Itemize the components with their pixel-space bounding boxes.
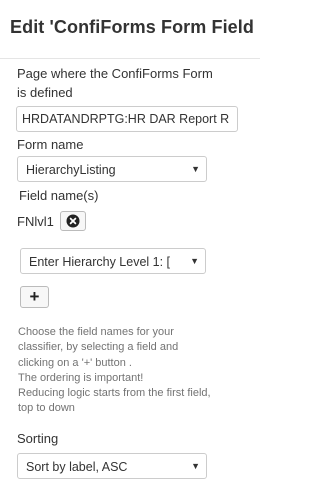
add-field-button[interactable]: + [20,286,49,308]
chevron-down-icon: ▼ [191,164,200,174]
form-name-value: HierarchyListing [26,163,116,177]
page-input[interactable]: HRDATANDRPTG:HR DAR Report R [16,106,238,132]
sorting-value: Sort by label, ASC [26,460,128,474]
remove-field-button[interactable] [59,211,86,231]
dialog-header: Edit 'ConfiForms Form Field [0,0,260,59]
dialog: Edit 'ConfiForms Form Field Page where t… [0,0,260,480]
help-line: clicking on a '+' button . [18,356,132,369]
sorting-select[interactable]: Sort by label, ASC ▼ [17,453,207,479]
help-line: The ordering is important! [18,371,144,384]
field-names-label: Field name(s) [19,188,99,203]
page-label-line2: is defined [17,85,73,100]
form-name-label: Form name [17,137,84,152]
selected-field-name: FNlvl1 [17,213,54,229]
selected-field-chip: FNlvl1 [17,210,86,232]
help-line: Reducing logic starts from the first fie… [18,387,211,400]
dialog-title: Edit 'ConfiForms Form Field [10,17,254,37]
help-line: Choose the field names for your [18,326,174,338]
help-text: Choose the field names for your classifi… [18,325,250,417]
field-select[interactable]: Enter Hierarchy Level 1: [ ▼ [20,248,206,274]
sorting-label: Sorting [17,431,59,446]
dialog-body: Page where the ConfiForms Form is define… [0,59,260,480]
field-select-value: Enter Hierarchy Level 1: [ [29,255,171,269]
chevron-down-icon: ▼ [191,461,200,471]
page-label: Page where the ConfiForms Form [17,66,213,81]
form-name-select[interactable]: HierarchyListing ▼ [17,156,207,182]
close-circle-icon [66,214,80,228]
help-line: classifier, by selecting a field and [18,341,179,354]
help-line: top to down [18,402,75,415]
chevron-down-icon: ▼ [190,256,199,266]
